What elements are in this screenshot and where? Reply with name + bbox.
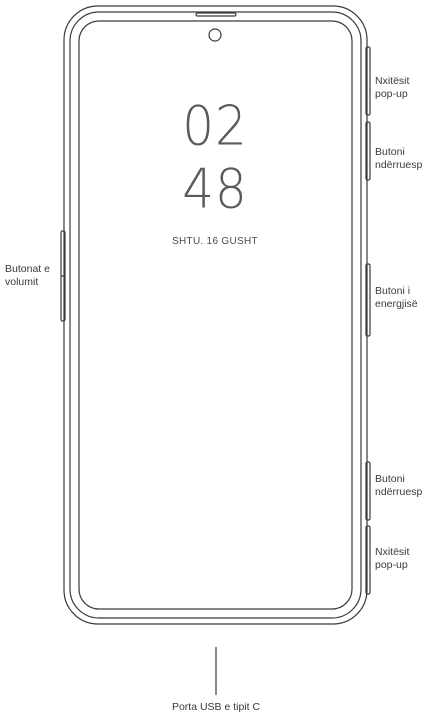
front-camera [208, 28, 222, 42]
label-popup-top: Nxitësit pop-up [375, 75, 410, 100]
label-switch-bottom: Butoni ndërruesp [375, 473, 423, 498]
popup-top-shape [365, 46, 371, 116]
clock-hours: 02 [182, 94, 248, 158]
lockscreen-date: SHTU. 16 GUSHT [172, 236, 258, 247]
label-popup-bottom: Nxitësit pop-up [375, 546, 410, 571]
speaker-slot [195, 12, 237, 17]
label-power: Butoni i energjisë [375, 285, 418, 310]
label-switch-top: Butoni ndërruesp [375, 146, 423, 171]
switch-top-shape [365, 121, 371, 181]
label-usb: Porta USB e tipit C [171, 701, 261, 713]
popup-bottom-shape [365, 525, 371, 595]
power-button-shape [365, 263, 371, 337]
switch-bottom-shape [365, 461, 371, 521]
clock-minutes: 48 [182, 157, 248, 221]
label-volume: Butonat e volumit [5, 263, 50, 288]
